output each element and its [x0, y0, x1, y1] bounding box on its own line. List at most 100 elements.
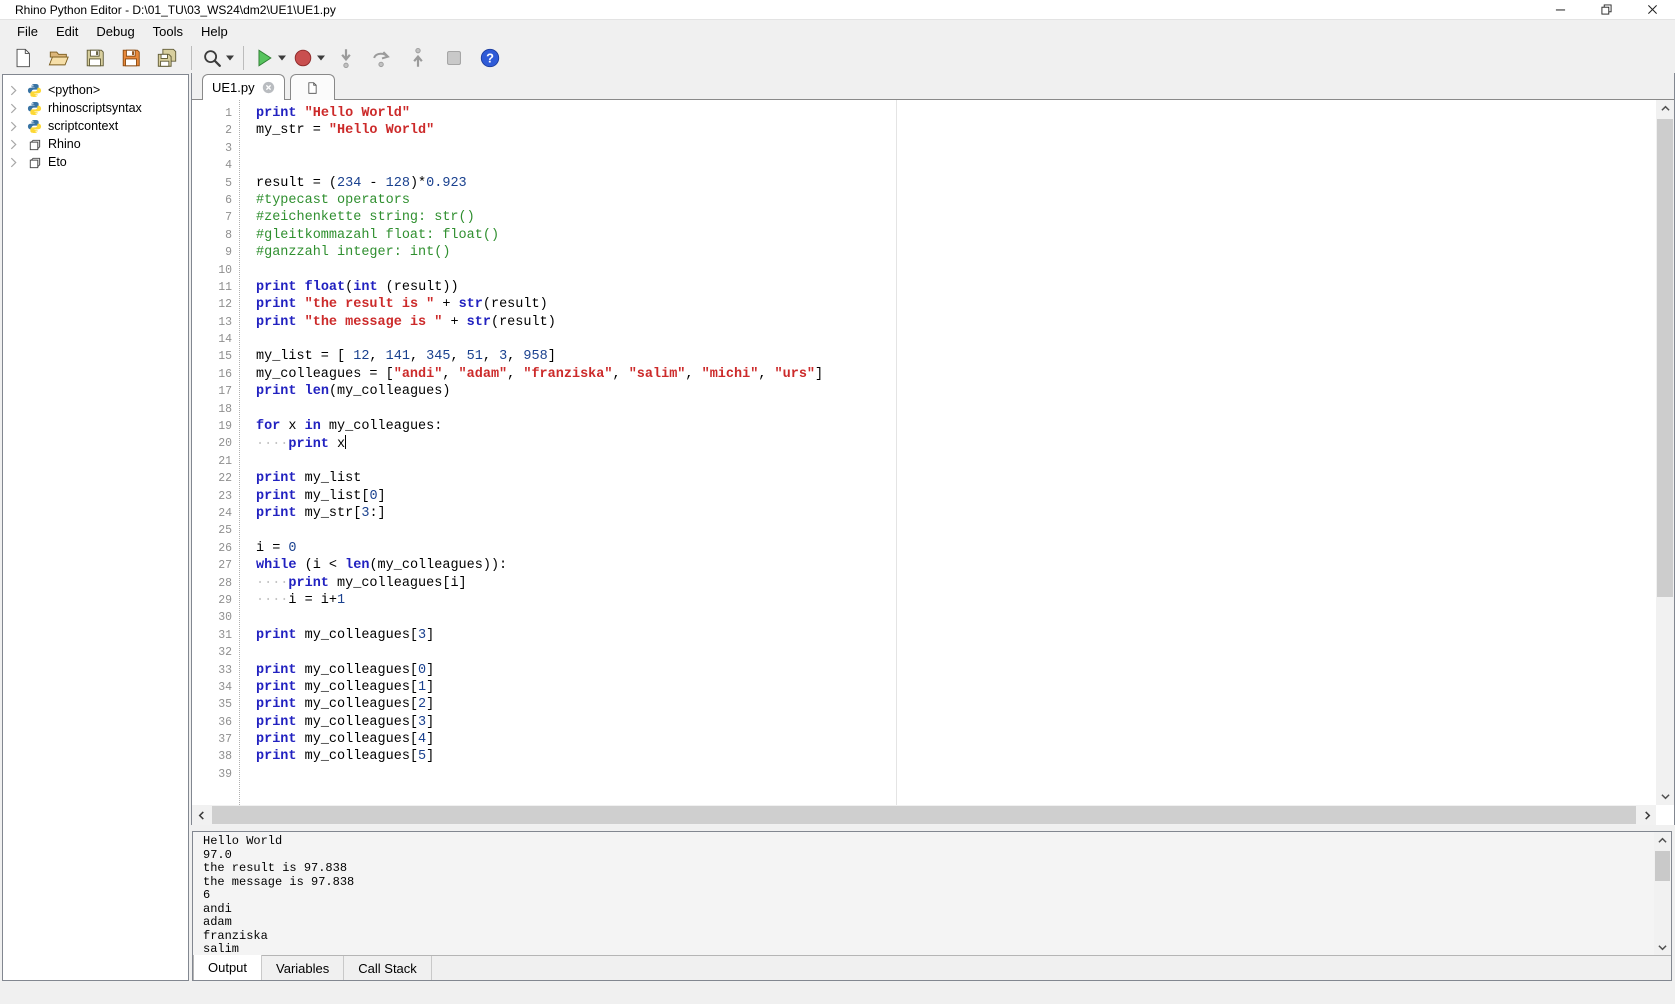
output-scroll-down-icon[interactable] [1654, 939, 1671, 956]
tree-item-label: scriptcontext [48, 119, 118, 133]
scroll-down-icon[interactable] [1656, 788, 1674, 805]
code-line-2[interactable]: my_str = "Hello World" [256, 122, 1656, 139]
panel-tab-variables[interactable]: Variables [262, 956, 344, 980]
code-line-11[interactable]: print float(int (result)) [256, 279, 1656, 296]
help-button[interactable]: ? [472, 44, 508, 72]
chevron-right-icon[interactable] [10, 103, 18, 114]
save-all-button[interactable] [149, 44, 185, 72]
run-button[interactable] [250, 44, 289, 72]
chevron-right-icon[interactable] [10, 85, 18, 96]
vertical-scroll-thumb[interactable] [1657, 119, 1673, 597]
menu-edit[interactable]: Edit [47, 20, 87, 42]
code-line-38[interactable]: print my_colleagues[5] [256, 748, 1656, 765]
code-line-17[interactable]: print len(my_colleagues) [256, 383, 1656, 400]
tab-ue1py[interactable]: UE1.py [202, 74, 285, 100]
tree-item-rhinoscriptsyntax[interactable]: rhinoscriptsyntax [3, 99, 188, 117]
new-file-button[interactable] [5, 44, 41, 72]
code-line-18[interactable] [256, 401, 1656, 418]
dropdown-caret-icon[interactable] [275, 55, 286, 61]
tree-item-python[interactable]: <python> [3, 81, 188, 99]
code-line-12[interactable]: print "the result is " + str(result) [256, 296, 1656, 313]
code-line-9[interactable]: #ganzzahl integer: int() [256, 244, 1656, 261]
code-line-20[interactable]: ····print x [256, 435, 1656, 452]
save-as-button[interactable] [113, 44, 149, 72]
editor-vertical-scrollbar[interactable] [1656, 100, 1674, 805]
code-line-29[interactable]: ····i = i+1 [256, 592, 1656, 609]
code-line-10[interactable] [256, 262, 1656, 279]
output-scroll-thumb[interactable] [1655, 851, 1670, 881]
menu-help[interactable]: Help [192, 20, 237, 42]
code-line-3[interactable] [256, 140, 1656, 157]
code-line-31[interactable]: print my_colleagues[3] [256, 627, 1656, 644]
code-line-7[interactable]: #zeichenkette string: str() [256, 209, 1656, 226]
dropdown-caret-icon[interactable] [223, 55, 234, 61]
code-line-4[interactable] [256, 157, 1656, 174]
output-panel: Hello World97.0the result is 97.838the m… [192, 831, 1672, 981]
code-line-28[interactable]: ····print my_colleagues[i] [256, 575, 1656, 592]
output-vertical-scrollbar[interactable] [1654, 832, 1671, 956]
code-line-33[interactable]: print my_colleagues[0] [256, 662, 1656, 679]
code-line-5[interactable]: result = (234 - 128)*0.923 [256, 175, 1656, 192]
tree-item-rhino[interactable]: Rhino [3, 135, 188, 153]
code-line-14[interactable] [256, 331, 1656, 348]
line-number: 38 [192, 748, 232, 765]
scroll-up-icon[interactable] [1656, 100, 1674, 117]
code-line-8[interactable]: #gleitkommazahl float: float() [256, 227, 1656, 244]
chevron-right-icon[interactable] [10, 121, 18, 132]
code-line-39[interactable] [256, 766, 1656, 783]
scroll-left-icon[interactable] [192, 805, 210, 825]
dropdown-caret-icon[interactable] [314, 55, 325, 61]
code-line-21[interactable] [256, 453, 1656, 470]
step-out-button [400, 44, 436, 72]
code-line-27[interactable]: while (i < len(my_colleagues)): [256, 557, 1656, 574]
menu-tools[interactable]: Tools [144, 20, 192, 42]
code-line-24[interactable]: print my_str[3:] [256, 505, 1656, 522]
code-line-22[interactable]: print my_list [256, 470, 1656, 487]
minimize-button[interactable] [1537, 0, 1583, 19]
scroll-right-icon[interactable] [1638, 805, 1656, 825]
tab-bar: UE1.py [192, 73, 1674, 100]
close-button[interactable] [1629, 0, 1675, 19]
save-button[interactable] [77, 44, 113, 72]
restore-button[interactable] [1583, 0, 1629, 19]
code-line-23[interactable]: print my_list[0] [256, 488, 1656, 505]
chevron-right-icon[interactable] [10, 139, 18, 150]
code-line-35[interactable]: print my_colleagues[2] [256, 696, 1656, 713]
panel-tab-output[interactable]: Output [193, 955, 262, 980]
panel-tab-bar: OutputVariablesCall Stack [193, 955, 1671, 980]
code-line-32[interactable] [256, 644, 1656, 661]
new-tab-button[interactable] [290, 74, 335, 100]
output-scroll-up-icon[interactable] [1654, 832, 1671, 849]
code-line-34[interactable]: print my_colleagues[1] [256, 679, 1656, 696]
tab-close-icon[interactable] [262, 81, 275, 94]
open-file-button[interactable] [41, 44, 77, 72]
line-number: 4 [192, 157, 232, 174]
editor-horizontal-scrollbar[interactable] [192, 805, 1656, 825]
code-line-1[interactable]: print "Hello World" [256, 105, 1656, 122]
menu-file[interactable]: File [8, 20, 47, 42]
code-line-30[interactable] [256, 609, 1656, 626]
code-line-36[interactable]: print my_colleagues[3] [256, 714, 1656, 731]
break-button[interactable] [289, 44, 328, 72]
tree-item-scriptcontext[interactable]: scriptcontext [3, 117, 188, 135]
code-line-26[interactable]: i = 0 [256, 540, 1656, 557]
code-line-37[interactable]: print my_colleagues[4] [256, 731, 1656, 748]
code-line-15[interactable]: my_list = [ 12, 141, 345, 51, 3, 958] [256, 348, 1656, 365]
code-line-13[interactable]: print "the message is " + str(result) [256, 314, 1656, 331]
search-button[interactable] [198, 44, 237, 72]
text-caret [345, 435, 346, 449]
close-icon [1647, 4, 1658, 15]
menu-debug[interactable]: Debug [87, 20, 143, 42]
code-line-6[interactable]: #typecast operators [256, 192, 1656, 209]
code-content[interactable]: print "Hello World"my_str = "Hello World… [241, 100, 1656, 805]
code-line-19[interactable]: for x in my_colleagues: [256, 418, 1656, 435]
code-line-16[interactable]: my_colleagues = ["andi", "adam", "franzi… [256, 366, 1656, 383]
output-console[interactable]: Hello World97.0the result is 97.838the m… [193, 832, 1671, 956]
line-number: 27 [192, 557, 232, 574]
panel-tab-call-stack[interactable]: Call Stack [344, 956, 432, 980]
horizontal-scroll-thumb[interactable] [212, 806, 1636, 824]
code-line-25[interactable] [256, 522, 1656, 539]
tree-item-eto[interactable]: Eto [3, 153, 188, 171]
chevron-right-icon[interactable] [10, 157, 18, 168]
code-editor[interactable]: 1234567891011121314151617181920212223242… [192, 100, 1656, 805]
